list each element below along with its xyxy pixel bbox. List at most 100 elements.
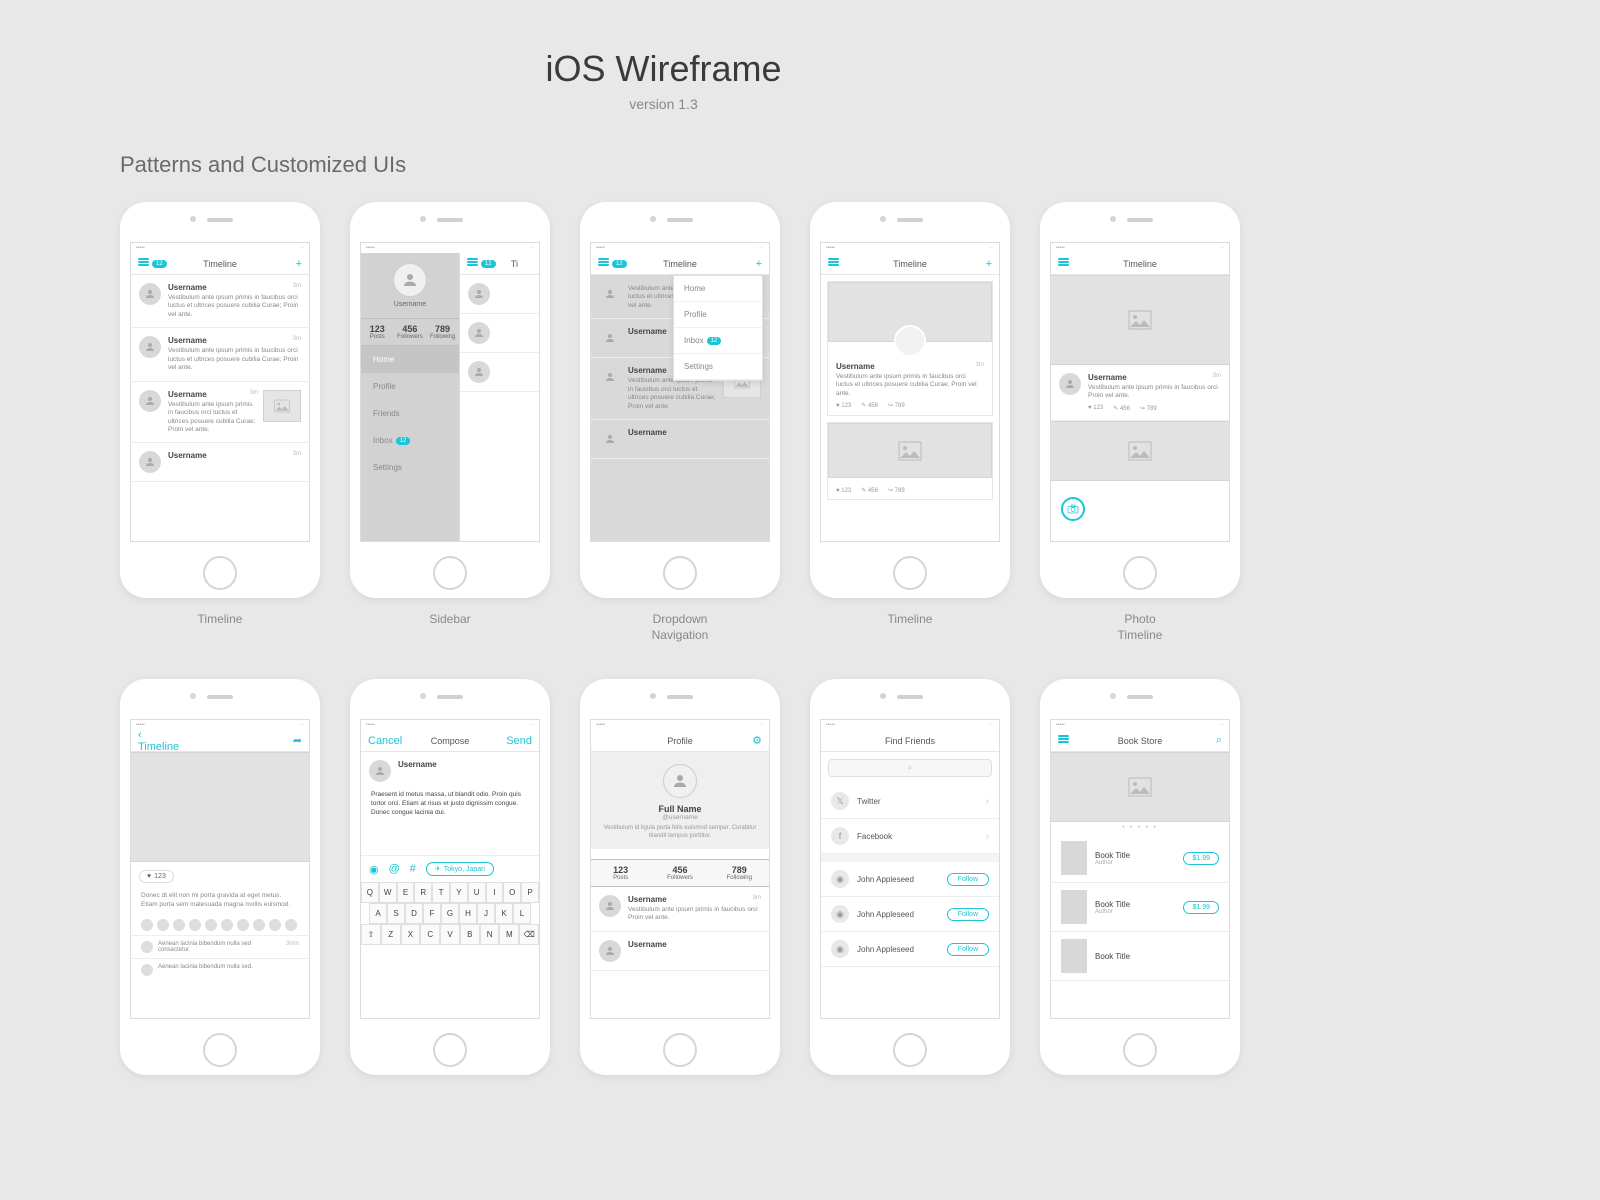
photo[interactable] — [131, 752, 309, 862]
send-button[interactable]: Send — [502, 735, 532, 747]
hashtag-icon[interactable]: # — [410, 863, 416, 875]
nav-title: Compose — [398, 736, 502, 746]
comment[interactable]: Aenean lacinia bibendum nulla sed consec… — [131, 935, 309, 958]
menu-button[interactable] — [1058, 734, 1088, 748]
photo[interactable] — [828, 423, 992, 478]
book-row[interactable]: Book TitleAuthor$1.99 — [1051, 883, 1229, 932]
buy-button[interactable]: $1.99 — [1183, 901, 1219, 914]
book-row[interactable]: Book Title — [1051, 932, 1229, 981]
follow-button[interactable]: Follow — [947, 908, 989, 921]
cancel-button[interactable]: Cancel — [368, 735, 398, 747]
menu-button[interactable]: 12 — [598, 257, 628, 271]
home-button[interactable] — [893, 556, 927, 590]
social-facebook[interactable]: fFacebook› — [821, 819, 999, 854]
compose-textarea[interactable]: Praesent id metus massa, ut blandit odio… — [361, 790, 539, 855]
sidebar-item-profile[interactable]: Profile — [361, 373, 459, 400]
stats-row: 123Posts 456Followers 789Following — [361, 318, 459, 346]
nav-title[interactable]: Timeline — [628, 259, 732, 269]
dropdown-item-settings[interactable]: Settings — [674, 354, 762, 380]
post-item[interactable]: Username3m — [131, 443, 309, 482]
avatar-icon — [369, 760, 391, 782]
photo[interactable] — [828, 282, 992, 342]
sidebar-item-friends[interactable]: Friends — [361, 400, 459, 427]
post-item[interactable]: Username3mVestibulum ante ipsum primis i… — [591, 887, 769, 932]
follow-button[interactable]: Follow — [947, 943, 989, 956]
photo[interactable] — [1051, 275, 1229, 365]
home-button[interactable] — [433, 1033, 467, 1067]
share-button[interactable]: ➦ — [272, 734, 302, 747]
mention-icon[interactable]: @ — [389, 863, 400, 875]
back-button[interactable]: ‹ Timeline — [138, 729, 168, 753]
avatar-icon — [599, 895, 621, 917]
profile-header: Full Name @username Vestibulum id ligula… — [591, 752, 769, 849]
dropdown-item-home[interactable]: Home — [674, 276, 762, 302]
home-button[interactable] — [663, 1033, 697, 1067]
page-title: iOS Wireframe — [0, 0, 1327, 90]
statusbar: •••••⋯ — [1051, 243, 1229, 253]
hero-photo[interactable] — [1051, 752, 1229, 822]
avatar-icon — [599, 327, 621, 349]
book-cover — [1061, 890, 1087, 924]
avatar-icon — [141, 941, 153, 953]
sidebar-item-settings[interactable]: Settings — [361, 454, 459, 481]
search-icon[interactable]: ⌕ — [1192, 734, 1222, 747]
menu-button[interactable] — [828, 257, 858, 271]
search-input[interactable]: ⌕ — [828, 759, 992, 777]
dropdown-item-inbox[interactable]: Inbox12 — [674, 328, 762, 354]
post-item[interactable] — [460, 314, 539, 353]
phone-frame: •••••⋯ Find Friends ⌕ 𝕏Twitter› fFaceboo… — [810, 679, 1010, 1075]
post-item[interactable]: Username — [591, 932, 769, 971]
home-button[interactable] — [433, 556, 467, 590]
add-button[interactable]: + — [272, 258, 302, 270]
post-item[interactable]: Username3mVestibulum ante ipsum primis i… — [131, 382, 309, 444]
camera-fab[interactable] — [1061, 497, 1085, 521]
avatar-icon — [894, 325, 926, 357]
nav-title: Profile — [628, 736, 732, 746]
dropdown-item-profile[interactable]: Profile — [674, 302, 762, 328]
like-count[interactable]: ♥ 123 — [139, 870, 174, 883]
post-item[interactable]: Username3mVestibulum ante ipsum primis i… — [1051, 365, 1229, 421]
home-button[interactable] — [1123, 1033, 1157, 1067]
menu-button[interactable]: 12 — [467, 257, 497, 271]
post-item[interactable]: Username3mVestibulum ante ipsum primis i… — [131, 328, 309, 381]
post-item[interactable]: Username3mVestibulum ante ipsum primis i… — [131, 275, 309, 328]
home-button[interactable] — [1123, 556, 1157, 590]
pager-dots[interactable]: • • • • • — [1051, 822, 1229, 834]
avatar-icon[interactable] — [663, 764, 697, 798]
buy-button[interactable]: $1.99 — [1183, 852, 1219, 865]
home-button[interactable] — [663, 556, 697, 590]
friend-row: ◉John AppleseedFollow — [821, 932, 999, 967]
post-item[interactable] — [460, 353, 539, 392]
settings-icon[interactable]: ⚙ — [732, 734, 762, 747]
meta-row: ♥ 123✎ 456↪ 789 — [828, 482, 992, 499]
phone-frame: •••••⋯ 12 Timeline + Vestibulum ante ips… — [580, 202, 780, 598]
follow-button[interactable]: Follow — [947, 873, 989, 886]
sidebar-item-home[interactable]: Home — [361, 346, 459, 373]
avatar-icon — [1059, 373, 1081, 395]
home-button[interactable] — [203, 556, 237, 590]
avatar-icon — [468, 361, 490, 383]
home-button[interactable] — [203, 1033, 237, 1067]
menu-button[interactable]: 12 — [138, 257, 168, 271]
sidebar-item-inbox[interactable]: Inbox12 — [361, 427, 459, 454]
social-twitter[interactable]: 𝕏Twitter› — [821, 784, 999, 819]
add-button[interactable]: + — [732, 258, 762, 270]
statusbar: •••••⋯ — [821, 243, 999, 253]
location-pill[interactable]: ✈ Tokyo, Japan — [426, 862, 494, 876]
statusbar: •••••⋯ — [361, 243, 539, 253]
comment[interactable]: Aenean lacinia bibendum nulla sed. — [131, 958, 309, 981]
photo[interactable] — [1051, 421, 1229, 481]
menu-button[interactable] — [1058, 257, 1088, 271]
phone-frame: •••••⋯ Timeline Username3mVestibulum ant… — [1040, 202, 1240, 598]
post-item[interactable] — [460, 275, 539, 314]
avatar-icon[interactable] — [393, 263, 427, 297]
book-row[interactable]: Book TitleAuthor$1.99 — [1051, 834, 1229, 883]
image-thumb[interactable] — [263, 390, 301, 422]
nav-title: Timeline — [1088, 259, 1192, 269]
statusbar: •••••⋯ — [591, 243, 769, 253]
statusbar: •••••⋯ — [821, 720, 999, 730]
add-button[interactable]: + — [962, 258, 992, 270]
home-button[interactable] — [893, 1033, 927, 1067]
camera-icon[interactable]: ◉ — [369, 863, 379, 876]
keyboard[interactable]: QWERTYUIOP ASDFGHJKL ⇧ZXCVBNM⌫ — [361, 882, 539, 945]
